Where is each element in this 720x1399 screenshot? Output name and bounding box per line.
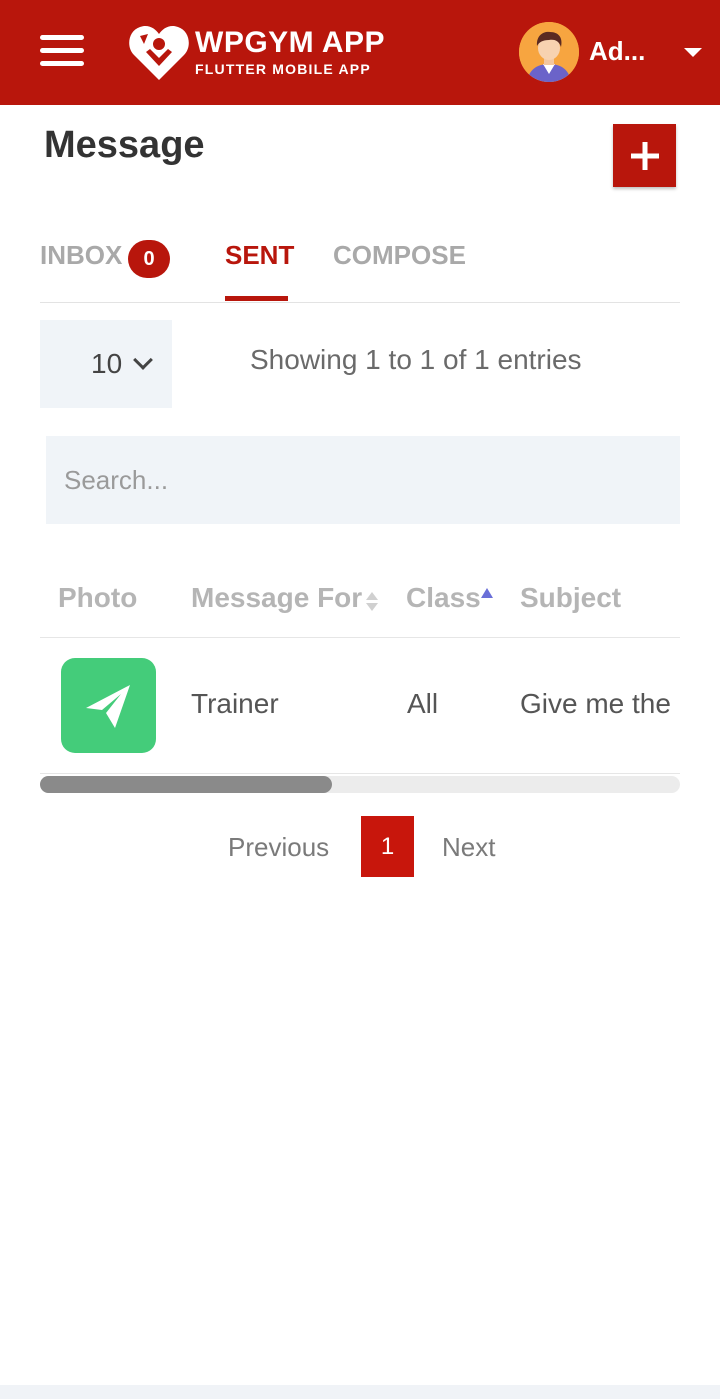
chevron-down-icon xyxy=(133,350,153,370)
paper-plane-icon xyxy=(86,685,130,728)
previous-page-button[interactable]: Previous xyxy=(228,832,329,863)
table-row[interactable]: Trainer All Give me the xyxy=(40,638,680,774)
tab-inbox[interactable]: INBOX xyxy=(40,240,122,271)
app-logo: WPGYM APP FLUTTER MOBILE APP xyxy=(128,22,408,82)
page-length-value: 10 xyxy=(91,348,123,379)
page-1-button[interactable]: 1 xyxy=(361,816,414,877)
sort-ascending-icon xyxy=(481,588,493,598)
active-tab-indicator xyxy=(225,296,288,301)
avatar[interactable] xyxy=(519,22,579,82)
add-message-button[interactable] xyxy=(613,124,676,187)
message-tabs: INBOX 0 SENT COMPOSE xyxy=(40,226,680,303)
column-header-photo[interactable]: Photo xyxy=(58,582,137,614)
cell-message-for: Trainer xyxy=(191,688,279,719)
next-page-button[interactable]: Next xyxy=(442,832,495,863)
bottom-bar xyxy=(0,1385,720,1399)
search-input[interactable] xyxy=(46,436,680,524)
tab-sent[interactable]: SENT xyxy=(225,240,294,271)
scrollbar-thumb[interactable] xyxy=(40,776,332,793)
column-header-class[interactable]: Class xyxy=(406,582,481,614)
cell-subject: Give me the xyxy=(520,688,671,719)
entries-info: Showing 1 to 1 of 1 entries xyxy=(250,344,582,375)
column-header-message-for[interactable]: Message For xyxy=(191,582,362,614)
messages-table: Photo Message For Class Subject Trainer … xyxy=(40,560,680,775)
message-photo xyxy=(61,658,156,753)
table-header: Photo Message For Class Subject xyxy=(40,560,680,638)
user-avatar-icon xyxy=(519,22,579,82)
cell-class: All xyxy=(407,688,439,719)
sort-icon xyxy=(366,592,378,614)
inbox-count-badge: 0 xyxy=(128,240,170,278)
page-title: Message xyxy=(44,124,205,166)
user-name[interactable]: Ad... xyxy=(589,36,645,67)
logo-title: WPGYM APP xyxy=(195,26,386,59)
menu-icon[interactable] xyxy=(40,35,84,69)
tab-compose[interactable]: COMPOSE xyxy=(333,240,466,271)
logo-subtitle: FLUTTER MOBILE APP xyxy=(195,61,371,77)
logo-heart-icon xyxy=(129,25,189,80)
app-header: WPGYM APP FLUTTER MOBILE APP Ad... xyxy=(0,0,720,105)
page-length-select[interactable]: 10 xyxy=(40,320,172,408)
column-header-subject[interactable]: Subject xyxy=(520,582,621,614)
horizontal-scrollbar[interactable] xyxy=(40,776,680,793)
user-menu-caret-icon[interactable] xyxy=(684,48,702,57)
